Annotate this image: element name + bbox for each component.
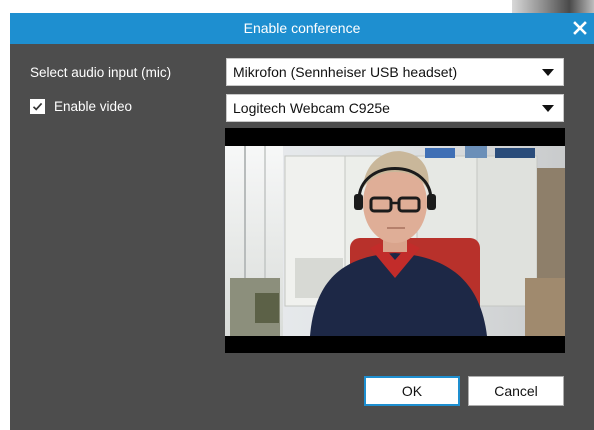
enable-conference-dialog: Enable conference Select audio input (mi… xyxy=(10,13,594,430)
webcam-preview-image xyxy=(225,128,565,353)
chevron-down-icon xyxy=(542,69,554,76)
video-input-select[interactable]: Logitech Webcam C925e xyxy=(226,94,564,122)
video-preview xyxy=(225,128,565,353)
audio-input-value: Mikrofon (Sennheiser USB headset) xyxy=(233,64,458,80)
checkmark-icon xyxy=(32,102,43,111)
enable-video-checkbox[interactable] xyxy=(30,98,45,114)
video-input-value: Logitech Webcam C925e xyxy=(233,100,390,116)
audio-input-label: Select audio input (mic) xyxy=(30,65,172,80)
enable-video-checkbox-row[interactable]: Enable video xyxy=(30,97,132,115)
dialog-titlebar: Enable conference xyxy=(10,13,594,44)
close-icon xyxy=(573,21,587,35)
close-button[interactable] xyxy=(568,16,592,40)
ok-button[interactable]: OK xyxy=(364,376,460,406)
dialog-title: Enable conference xyxy=(243,20,361,36)
background-thumbnail xyxy=(512,0,594,14)
audio-input-select[interactable]: Mikrofon (Sennheiser USB headset) xyxy=(226,58,564,86)
chevron-down-icon xyxy=(542,105,554,112)
enable-video-label: Enable video xyxy=(54,98,133,114)
cancel-button[interactable]: Cancel xyxy=(468,376,564,406)
